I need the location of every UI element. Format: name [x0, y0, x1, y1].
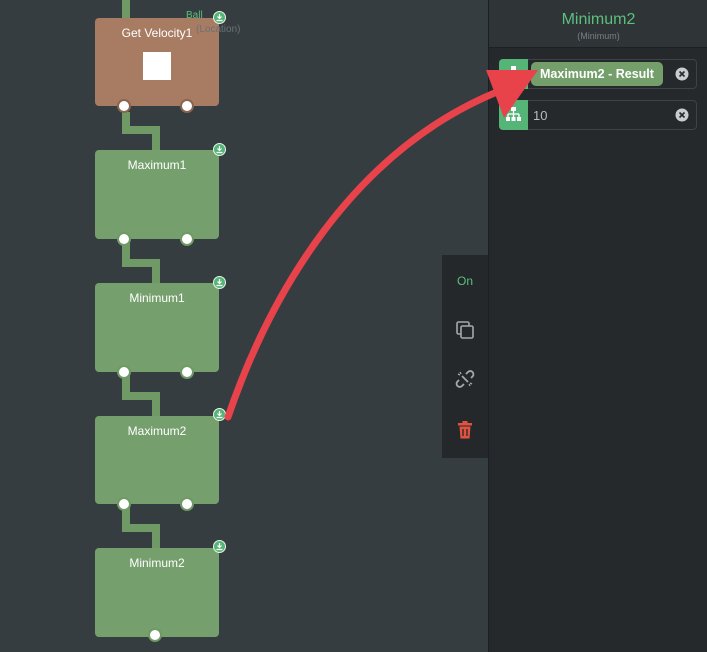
- node-badge-icon[interactable]: [213, 408, 226, 421]
- wire: [122, 259, 156, 267]
- node-title: Maximum1: [127, 158, 187, 172]
- output-port[interactable]: [180, 365, 194, 379]
- output-port[interactable]: [117, 99, 131, 113]
- unlink-icon[interactable]: [442, 368, 488, 392]
- node-badge-icon[interactable]: [213, 276, 226, 289]
- input-field-b[interactable]: [499, 100, 697, 130]
- node-title: Minimum1: [129, 291, 185, 305]
- duplicate-icon[interactable]: [442, 319, 488, 343]
- node-title: Minimum2: [129, 556, 185, 570]
- clear-icon[interactable]: [675, 108, 689, 122]
- ghost-label-ball: Ball: [186, 10, 203, 21]
- blocks-canvas[interactable]: Get Velocity1 Ball (Location) Maximum1 M…: [0, 0, 488, 652]
- node-maximum2[interactable]: Maximum2: [95, 416, 219, 511]
- block-toolbar: On: [442, 255, 488, 458]
- node-minimum2[interactable]: Minimum2: [95, 548, 219, 642]
- node-badge-icon[interactable]: [213, 540, 226, 553]
- ghost-label-location: (Location): [196, 24, 241, 35]
- wire: [122, 0, 130, 20]
- wire: [122, 524, 156, 532]
- linked-value-pill[interactable]: Maximum2 - Result: [531, 62, 663, 86]
- trash-icon[interactable]: [442, 419, 488, 443]
- node-title: Maximum2: [127, 424, 187, 438]
- toggle-on-button[interactable]: On: [442, 274, 488, 288]
- wire: [122, 126, 156, 134]
- output-port[interactable]: [180, 497, 194, 511]
- wire: [122, 392, 156, 400]
- output-port[interactable]: [117, 232, 131, 246]
- node-badge-icon[interactable]: [213, 11, 226, 24]
- output-port[interactable]: [148, 628, 162, 642]
- output-port[interactable]: [117, 365, 131, 379]
- panel-subtitle: (Minimum): [577, 31, 620, 41]
- value-swatch: [143, 52, 171, 80]
- wire: [152, 259, 160, 285]
- node-minimum1[interactable]: Minimum1: [95, 283, 219, 379]
- output-port[interactable]: [117, 497, 131, 511]
- output-port[interactable]: [180, 99, 194, 113]
- hierarchy-icon[interactable]: [499, 100, 528, 130]
- hierarchy-icon[interactable]: [499, 59, 528, 89]
- properties-panel: Minimum2 (Minimum) Maximum2 - Result: [488, 0, 707, 652]
- panel-title: Minimum2: [561, 11, 636, 28]
- wire: [152, 524, 160, 550]
- node-maximum1[interactable]: Maximum1: [95, 150, 219, 246]
- output-port[interactable]: [180, 232, 194, 246]
- node-badge-icon[interactable]: [213, 143, 226, 156]
- input-field-a[interactable]: Maximum2 - Result: [499, 59, 697, 89]
- wire: [152, 392, 160, 418]
- clear-icon[interactable]: [675, 67, 689, 81]
- panel-header: Minimum2 (Minimum): [489, 0, 707, 48]
- number-input[interactable]: [533, 105, 663, 125]
- wire: [152, 126, 160, 152]
